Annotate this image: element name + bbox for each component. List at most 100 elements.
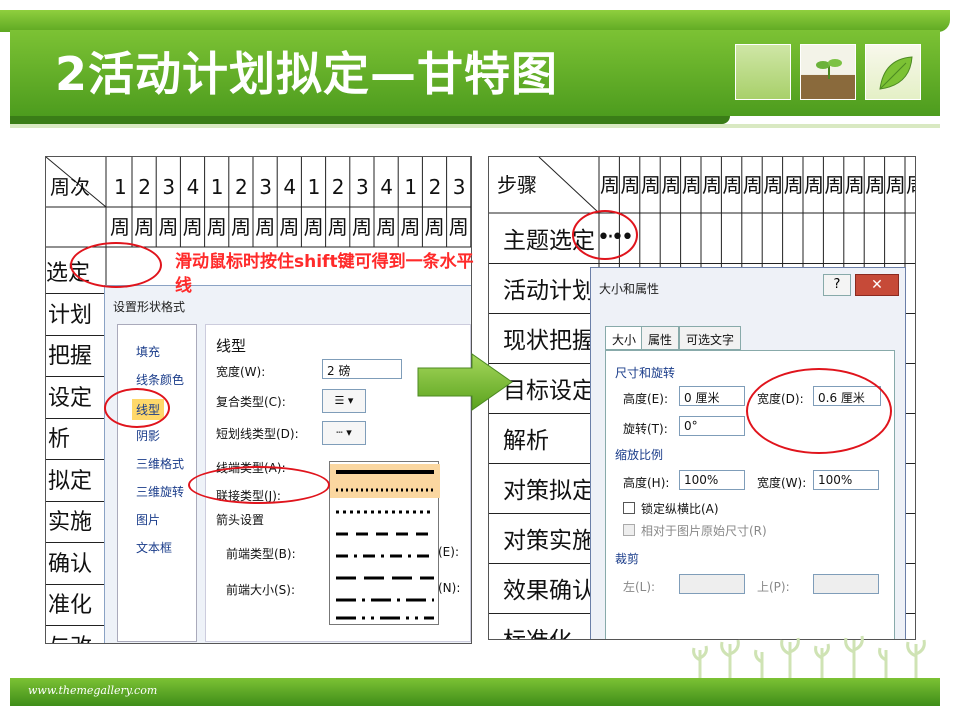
lock-ratio-label: 锁定纵横比(A) — [641, 502, 719, 516]
highlight-right-handle — [572, 210, 638, 260]
left-row-label: 准化 — [48, 593, 93, 618]
footer-url: www.themegallery.com — [28, 684, 158, 697]
left-week-char: 周 — [303, 215, 324, 239]
sprout-icon — [816, 59, 842, 79]
left-week-char: 周 — [231, 215, 251, 239]
height-label: 高度(E): — [623, 392, 668, 406]
left-week-number: 2 — [331, 175, 345, 199]
highlight-line-handle — [70, 242, 162, 288]
left-week-char: 周 — [279, 215, 300, 239]
nav-picture[interactable]: 图片 — [136, 511, 160, 528]
rotate-input[interactable]: 0° — [679, 416, 745, 436]
size-properties-dialog: 大小和属性 ? ✕ 大小 属性 可选文字 尺寸和旋转 高度(E): 0 厘米 宽… — [590, 267, 906, 639]
left-row-label: 析 — [48, 427, 71, 452]
right-week-char: 周 — [742, 173, 763, 197]
left-week-char: 周 — [327, 215, 348, 239]
title-underbar — [10, 116, 730, 124]
scale-width-input[interactable]: 100% — [813, 470, 879, 490]
right-week-char: 周 — [804, 173, 824, 197]
compound-label: 复合类型(C): — [216, 395, 286, 409]
left-week-number: 1 — [210, 175, 224, 199]
help-button[interactable]: ? — [823, 274, 851, 296]
left-row-label: 计划 — [48, 302, 93, 328]
right-week-char: 周 — [620, 173, 641, 197]
right-row-label: 对策拟定 — [503, 478, 595, 504]
right-row-label: 标准化 — [503, 621, 572, 639]
left-header-label: 周次 — [50, 175, 90, 199]
right-row-label: 解析 — [503, 428, 549, 454]
right-week-char: 周 — [681, 173, 702, 197]
left-row-label: 设定 — [48, 385, 93, 411]
nav-3d-format[interactable]: 三维格式 — [136, 455, 184, 472]
right-arrow-icon — [417, 353, 513, 411]
scale-height-label: 高度(H): — [623, 476, 670, 490]
right-week-char: 周 — [600, 173, 620, 197]
right-week-char: 周 — [661, 173, 682, 197]
dash-dropdown[interactable]: ┄ ▾ — [322, 421, 366, 445]
tab-alt-text[interactable]: 可选文字 — [679, 326, 742, 350]
left-week-number: 4 — [283, 175, 297, 199]
dialog-title: 设置形状格式 — [113, 300, 186, 314]
right-week-char: 周 — [844, 173, 865, 197]
tab-properties[interactable]: 属性 — [641, 326, 680, 350]
scale-section: 缩放比例 — [615, 448, 664, 462]
left-week-char: 周 — [255, 215, 276, 239]
right-week-char: 周 — [640, 173, 661, 197]
left-week-number: 2 — [428, 175, 442, 199]
crop-left-input[interactable] — [679, 574, 745, 594]
close-button[interactable]: ✕ — [855, 274, 899, 296]
left-week-number: 1 — [404, 175, 418, 199]
width-label: 宽度(W): — [216, 365, 266, 379]
highlight-width-field — [746, 368, 892, 454]
shift-key-tip: 滑动鼠标时按住shift键可得到一条水平线 — [175, 252, 474, 296]
nav-line-color[interactable]: 线条颜色 — [136, 371, 184, 388]
right-row-label: 目标设定 — [503, 378, 595, 404]
left-row-label: 把握 — [48, 344, 93, 369]
left-row-label: 拟定 — [48, 468, 93, 494]
crop-top-label: 上(P): — [757, 580, 790, 594]
crop-top-input[interactable] — [813, 574, 879, 594]
relative-checkbox[interactable] — [623, 524, 635, 536]
right-row-label: 活动计划 — [503, 278, 595, 304]
slide: 2活动计划拟定—甘特图 周次 1周2周3周4周1周2周3周4周1周2周3周4周1… — [0, 0, 960, 720]
scale-height-input[interactable]: 100% — [679, 470, 745, 490]
highlight-line-style-nav — [104, 388, 170, 428]
left-row-label: 与改 — [48, 629, 92, 644]
left-week-number: 4 — [380, 175, 393, 199]
nav-fill[interactable]: 填充 — [136, 343, 160, 360]
leaf-photo — [865, 44, 921, 100]
right-week-char: 周 — [763, 173, 784, 197]
top-decor-bar — [0, 10, 950, 32]
tab-size[interactable]: 大小 — [605, 326, 644, 350]
right-row-divider — [489, 263, 915, 264]
scale-width-label: 宽度(W): — [757, 476, 807, 490]
format-nav: 填充 线条颜色 线型 阴影 三维格式 三维旋转 图片 文本框 — [117, 324, 197, 642]
width-input[interactable]: 2 磅 — [322, 359, 402, 379]
left-row-divider — [46, 542, 106, 543]
cap-type-options[interactable] — [329, 461, 440, 625]
right-week-char: 周 — [824, 173, 845, 197]
right-header-label: 步骤 — [497, 173, 537, 197]
left-week-char: 周 — [206, 215, 227, 239]
left-row-divider — [46, 417, 106, 419]
crop-section: 裁剪 — [615, 552, 640, 566]
dialog-title: 大小和属性 — [599, 282, 660, 296]
right-week-char: 周 — [906, 175, 915, 195]
rotate-label: 旋转(T): — [623, 422, 668, 436]
dash-label: 短划线类型(D): — [216, 427, 299, 441]
nav-textbox[interactable]: 文本框 — [136, 539, 172, 556]
height-input[interactable]: 0 厘米 — [679, 386, 745, 406]
left-row-divider — [46, 583, 106, 585]
compound-dropdown[interactable]: ☰ ▾ — [322, 389, 366, 413]
left-week-number: 3 — [452, 175, 466, 199]
left-row-label: 确认 — [48, 551, 93, 577]
left-week-char: 周 — [448, 215, 469, 239]
right-week-char: 周 — [722, 173, 743, 197]
highlight-cap-type — [188, 466, 330, 504]
left-week-number: 3 — [259, 175, 272, 199]
nav-3d-rotation[interactable]: 三维旋转 — [136, 483, 184, 500]
front-type-label: 前端类型(B): — [226, 547, 296, 561]
left-row-divider — [46, 625, 106, 626]
lock-ratio-checkbox[interactable] — [623, 502, 635, 514]
nav-shadow[interactable]: 阴影 — [136, 427, 160, 444]
